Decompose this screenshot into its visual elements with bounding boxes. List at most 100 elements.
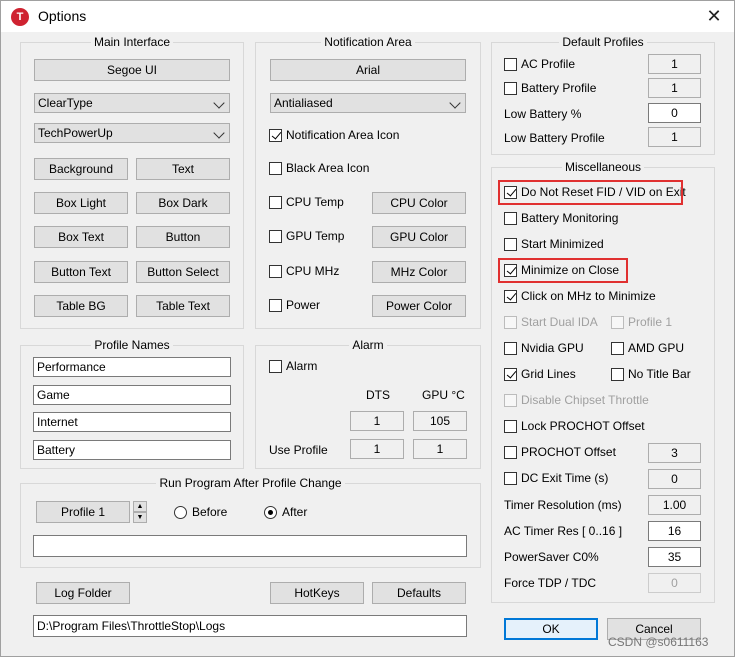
after-radio[interactable]: After [264,505,307,519]
button-text-button[interactable]: Button Text [34,261,128,283]
notification-font-button[interactable]: Arial [270,59,466,81]
checkbox-checked-icon [504,367,517,381]
title-bar[interactable]: T Options ✕ [1,1,734,32]
chevron-down-icon [213,127,225,139]
lock-prochot-checkbox[interactable]: Lock PROCHOT Offset [504,419,645,433]
main-theme-select[interactable]: TechPowerUp [34,123,230,143]
main-interface-title: Main Interface [90,35,174,49]
box-light-button[interactable]: Box Light [34,192,128,214]
window-title: Options [38,8,87,24]
lock-prochot-label: Lock PROCHOT Offset [521,419,645,433]
profile-name-4-input[interactable]: Battery [33,440,231,460]
radio-icon [174,505,187,519]
checkbox-icon [504,341,517,355]
start-minimized-checkbox[interactable]: Start Minimized [504,237,604,251]
ac-profile-value[interactable]: 1 [648,54,701,74]
power-color-button[interactable]: Power Color [372,295,466,317]
checkbox-icon [504,471,517,485]
battery-profile-checkbox[interactable]: Battery Profile [504,81,596,95]
profile-name-2-input[interactable]: Game [33,385,231,405]
checkbox-icon [269,161,282,175]
checkbox-checked-icon [269,128,282,142]
ac-timer-res-input[interactable]: 16 [648,521,701,541]
hotkeys-button[interactable]: HotKeys [270,582,364,604]
prochot-offset-checkbox[interactable]: PROCHOT Offset [504,445,616,459]
run-program-path-input[interactable] [33,535,467,557]
defaults-button[interactable]: Defaults [372,582,466,604]
nvidia-gpu-label: Nvidia GPU [521,341,584,355]
main-render-select[interactable]: ClearType [34,93,230,113]
checkbox-icon [269,229,282,243]
profile-name-3-input[interactable]: Internet [33,412,231,432]
button-select-button[interactable]: Button Select [136,261,230,283]
chevron-down-icon [449,97,461,109]
run-program-title: Run Program After Profile Change [156,476,345,490]
spinner-up-icon[interactable]: ▲ [133,501,147,512]
low-battery-profile-label: Low Battery Profile [504,131,605,145]
spinner-down-icon[interactable]: ▼ [133,512,147,523]
throttlestop-app-icon: T [11,8,29,26]
table-bg-button[interactable]: Table BG [34,295,128,317]
button-button[interactable]: Button [136,226,230,248]
radio-selected-icon [264,505,277,519]
dc-exit-time-checkbox[interactable]: DC Exit Time (s) [504,471,608,485]
no-title-bar-checkbox[interactable]: No Title Bar [611,367,691,381]
box-dark-button[interactable]: Box Dark [136,192,230,214]
ac-timer-res-label: AC Timer Res [ 0..16 ] [504,524,623,538]
box-text-button[interactable]: Box Text [34,226,128,248]
highlight-box-minimize-on-close [498,258,628,283]
gpu-color-button[interactable]: GPU Color [372,226,466,248]
nvidia-gpu-checkbox[interactable]: Nvidia GPU [504,341,584,355]
before-label: Before [192,505,228,519]
checkbox-icon [611,315,624,329]
background-button[interactable]: Background [34,158,128,180]
use-profile-gpu[interactable]: 1 [413,439,467,459]
ok-button[interactable]: OK [504,618,598,640]
amd-gpu-checkbox[interactable]: AMD GPU [611,341,684,355]
low-battery-profile-value[interactable]: 1 [648,127,701,147]
cpu-mhz-checkbox[interactable]: CPU MHz [269,264,339,278]
notification-render-select[interactable]: Antialiased [270,93,466,113]
gpu-temp-checkbox[interactable]: GPU Temp [269,229,344,243]
powersaver-input[interactable]: 35 [648,547,701,567]
alarm-label: Alarm [286,359,318,373]
force-tdp-label: Force TDP / TDC [504,576,597,590]
battery-profile-value[interactable]: 1 [648,78,701,98]
cpu-temp-checkbox[interactable]: CPU Temp [269,195,344,209]
mhz-color-button[interactable]: MHz Color [372,261,466,283]
close-icon[interactable]: ✕ [703,4,725,28]
black-icon-checkbox[interactable]: Black Area Icon [269,161,369,175]
power-checkbox[interactable]: Power [269,298,320,312]
run-profile-button[interactable]: Profile 1 [36,501,130,523]
battery-profile-label: Battery Profile [521,81,597,95]
text-button[interactable]: Text [136,158,230,180]
notification-icon-checkbox[interactable]: Notification Area Icon [269,128,399,142]
timer-resolution-value[interactable]: 1.00 [648,495,701,515]
ac-profile-checkbox[interactable]: AC Profile [504,57,575,71]
low-battery-pct-input[interactable]: 0 [648,103,701,123]
alarm-checkbox[interactable]: Alarm [269,359,317,373]
before-radio[interactable]: Before [174,505,227,519]
timer-resolution-label: Timer Resolution (ms) [504,498,622,512]
profile-names-title: Profile Names [91,338,173,352]
alarm-dts-value[interactable]: 1 [350,411,404,431]
table-text-button[interactable]: Table Text [136,295,230,317]
use-profile-dts[interactable]: 1 [350,439,404,459]
notification-area-group: Notification Area [255,35,481,329]
profile-name-1-input[interactable]: Performance [33,357,231,377]
grid-lines-checkbox[interactable]: Grid Lines [504,367,576,381]
alarm-gpu-value[interactable]: 105 [413,411,467,431]
log-path-input[interactable]: D:\Program Files\ThrottleStop\Logs [33,615,467,637]
dc-exit-time-value[interactable]: 0 [648,469,701,489]
disable-chipset-checkbox: Disable Chipset Throttle [504,393,649,407]
profile-spinner[interactable]: ▲ ▼ [133,501,147,523]
main-font-button[interactable]: Segoe UI [34,59,230,81]
grid-lines-label: Grid Lines [521,367,576,381]
main-render-value: ClearType [38,96,93,110]
cpu-color-button[interactable]: CPU Color [372,192,466,214]
battery-monitoring-checkbox[interactable]: Battery Monitoring [504,211,618,225]
prochot-offset-value[interactable]: 3 [648,443,701,463]
click-on-mhz-checkbox[interactable]: Click on MHz to Minimize [504,289,656,303]
log-folder-button[interactable]: Log Folder [36,582,130,604]
click-on-mhz-label: Click on MHz to Minimize [521,289,656,303]
